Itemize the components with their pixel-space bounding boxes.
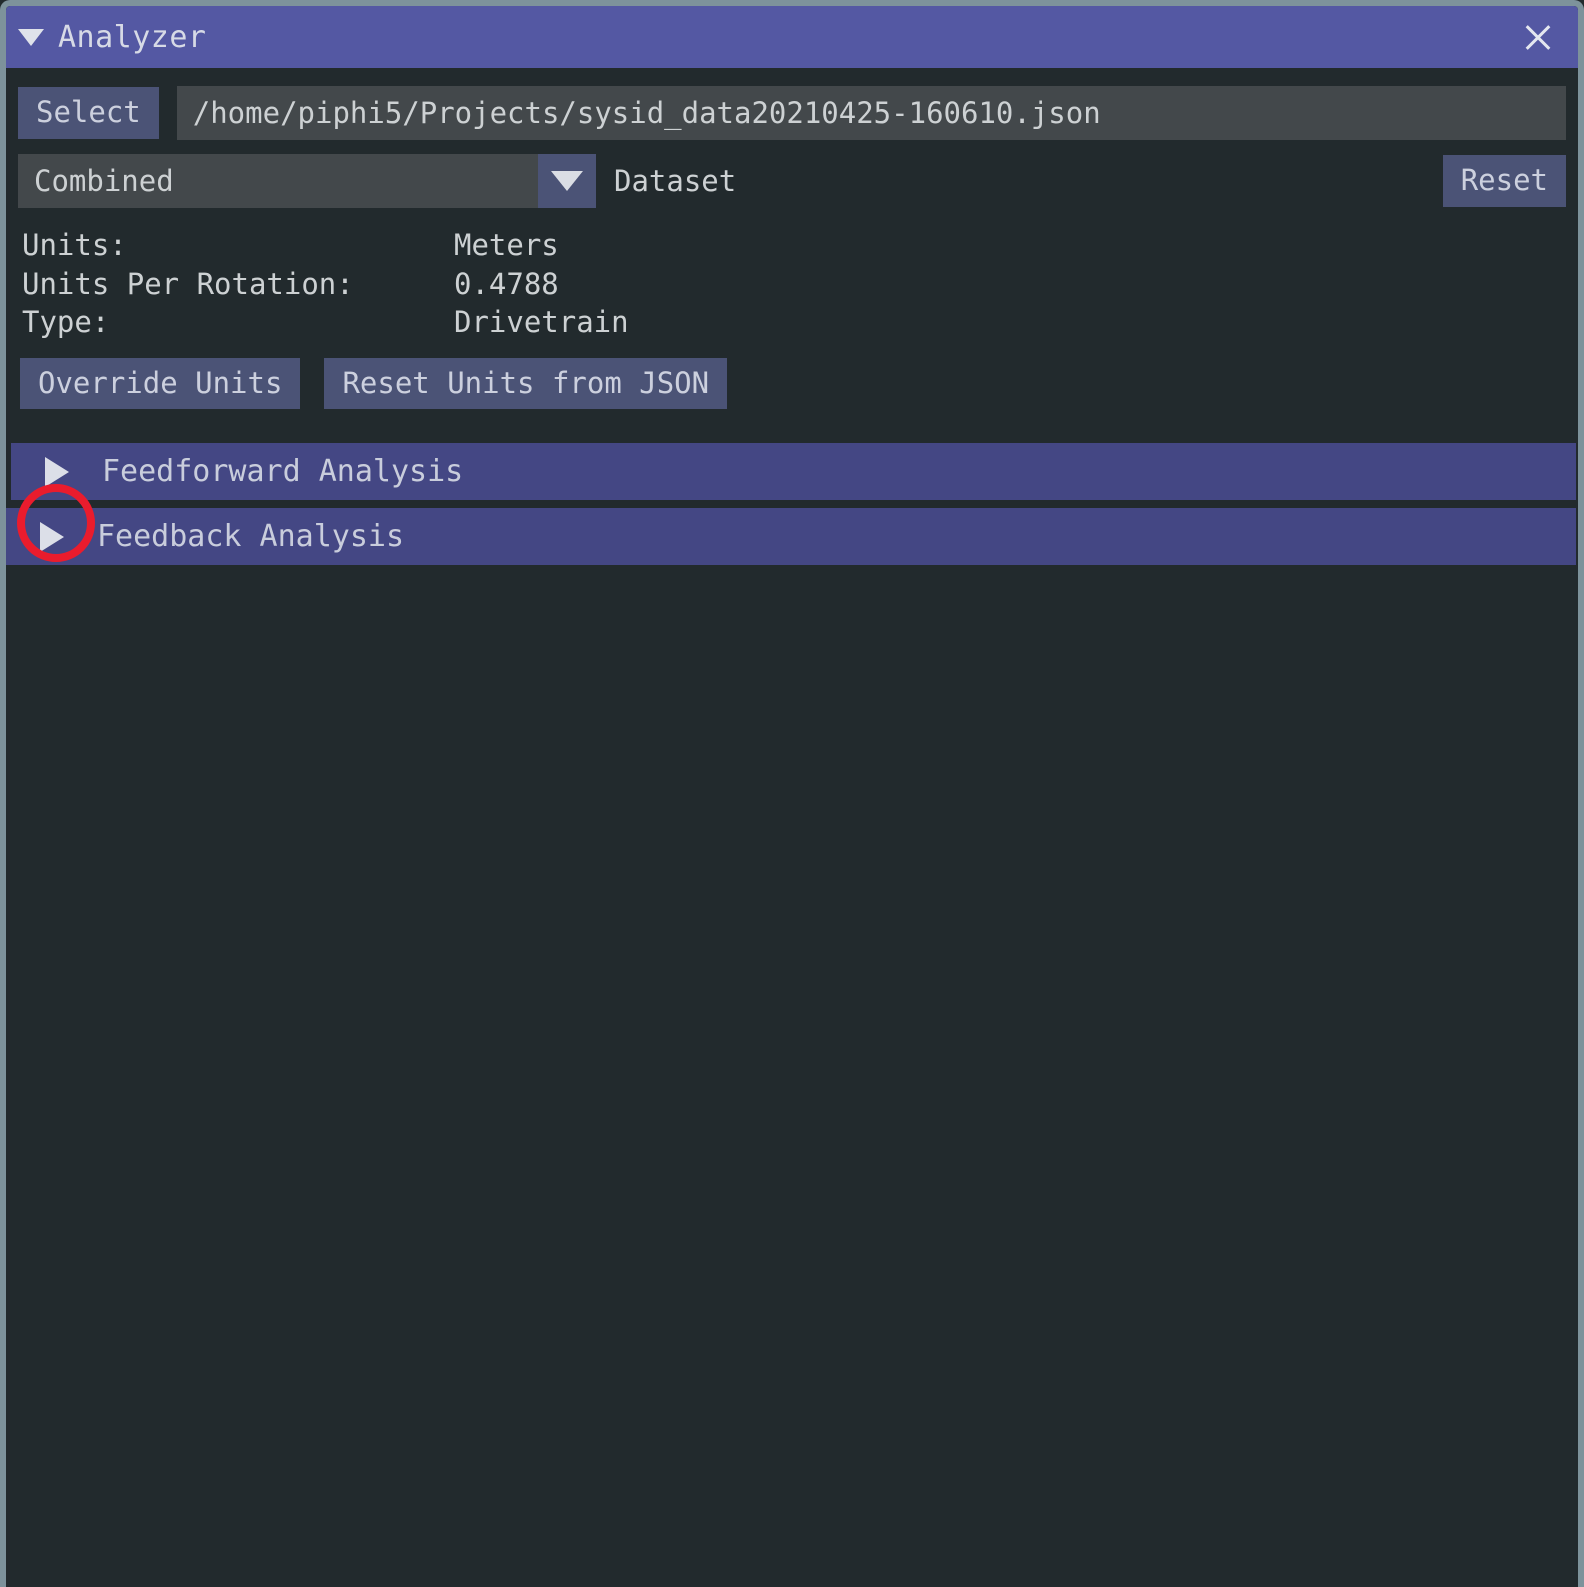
reset-units-from-json-button[interactable]: Reset Units from JSON xyxy=(324,357,728,410)
analysis-sections: Feedforward Analysis Feedback Analysis xyxy=(6,443,1578,566)
units-row: Units: Meters xyxy=(22,226,1578,265)
units-per-rotation-row: Units Per Rotation: 0.4788 xyxy=(22,265,1578,304)
units-value: Meters xyxy=(454,228,559,262)
window-title: Analyzer xyxy=(58,19,207,55)
dataset-dropdown[interactable]: Combined xyxy=(18,154,596,208)
type-value: Drivetrain xyxy=(454,305,629,340)
reset-button[interactable]: Reset xyxy=(1442,155,1566,207)
file-path-field[interactable]: /home/piphi5/Projects/sysid_data20210425… xyxy=(176,86,1566,140)
type-row: Type: Drivetrain xyxy=(22,303,1578,342)
units-label: Units: xyxy=(22,228,127,262)
file-select-row: Select /home/piphi5/Projects/sysid_data2… xyxy=(6,68,1578,140)
type-label: Type: xyxy=(22,305,110,340)
dataset-label: Dataset xyxy=(614,164,737,198)
dataset-selected-value: Combined xyxy=(18,154,538,208)
units-per-rotation-value: 0.4788 xyxy=(454,266,559,301)
triangle-right-icon[interactable] xyxy=(40,521,64,552)
section-label-feedforward-analysis: Feedforward Analysis xyxy=(102,454,464,490)
override-units-button[interactable]: Override Units xyxy=(20,357,301,410)
section-label-feedback-analysis: Feedback Analysis xyxy=(97,519,405,555)
triangle-right-icon[interactable] xyxy=(45,456,69,487)
window-body: Select /home/piphi5/Projects/sysid_data2… xyxy=(6,68,1578,1587)
analyzer-window: Analyzer Select /home/piphi5/Projects/sy… xyxy=(0,0,1584,1587)
units-button-row: Override Units Reset Units from JSON xyxy=(6,342,1578,410)
triangle-down-icon[interactable] xyxy=(18,28,44,46)
select-button[interactable]: Select xyxy=(18,87,159,139)
window-title-bar: Analyzer xyxy=(6,6,1578,68)
dataset-row: Combined Dataset Reset xyxy=(6,140,1578,208)
section-header-feedback-analysis[interactable]: Feedback Analysis xyxy=(6,484,1576,566)
chevron-down-icon[interactable] xyxy=(538,154,596,208)
units-info-block: Units: Meters Units Per Rotation: 0.4788… xyxy=(6,208,1578,342)
section-header-feedforward-analysis[interactable]: Feedforward Analysis xyxy=(11,443,1576,501)
units-per-rotation-label: Units Per Rotation: xyxy=(22,266,354,301)
close-icon[interactable] xyxy=(1516,15,1560,59)
